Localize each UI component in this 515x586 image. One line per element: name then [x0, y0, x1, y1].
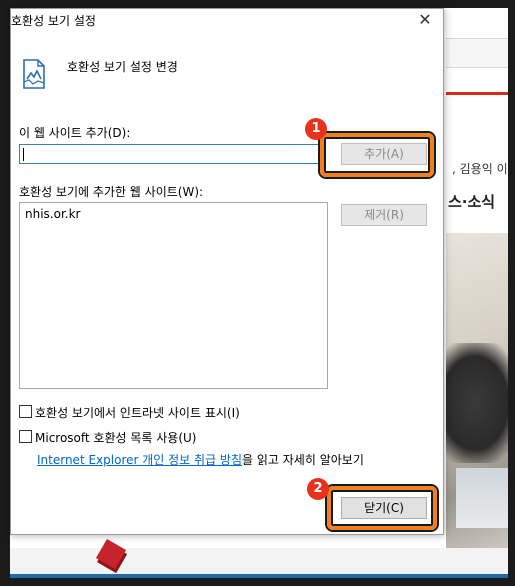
background-nav-bar [446, 92, 508, 127]
background-heading: 스·소식 [448, 193, 496, 211]
step-badge-1: 1 [305, 118, 327, 140]
remove-button[interactable]: 제거(R) [341, 204, 427, 226]
text-caret [23, 148, 24, 161]
background-blue-line [10, 574, 508, 578]
dialog-titlebar: 호환성 보기 설정 ✕ [11, 9, 443, 33]
compatibility-view-dialog: 호환성 보기 설정 ✕ 호환성 보기 설정 변경 이 웹 사이트 추가(D): … [10, 8, 444, 535]
privacy-link[interactable]: Internet Explorer 개인 정보 취급 방침 [37, 453, 242, 467]
intranet-checkbox-row[interactable]: 호환성 보기에서 인트라넷 사이트 표시(I) [19, 404, 319, 420]
step-badge-2: 2 [307, 478, 329, 500]
dialog-header: 호환성 보기 설정 변경 [67, 60, 178, 74]
site-list[interactable]: nhis.or.kr [19, 202, 328, 389]
ms-list-checkbox[interactable] [19, 430, 32, 443]
background-snippet: , 김용익 이사 [452, 162, 508, 176]
intranet-checkbox-label[interactable]: 호환성 보기에서 인트라넷 사이트 표시(I) [35, 404, 240, 421]
site-list-label: 호환성 보기에 추가한 웹 사이트(W): [19, 185, 204, 199]
close-icon[interactable]: ✕ [415, 10, 435, 30]
background-toolbar [446, 38, 508, 68]
privacy-info: Internet Explorer 개인 정보 취급 방침을 읽고 자세히 알아… [37, 451, 364, 468]
add-site-label: 이 웹 사이트 추가(D): [19, 126, 131, 140]
background-photo [446, 233, 508, 563]
dialog-title: 호환성 보기 설정 [11, 14, 96, 28]
close-button-highlight [327, 486, 437, 530]
list-item[interactable]: nhis.or.kr [25, 207, 80, 221]
ms-list-checkbox-row[interactable]: Microsoft 호환성 목록 사용(U) [19, 429, 319, 445]
add-site-input[interactable] [19, 144, 319, 164]
ms-list-checkbox-label[interactable]: Microsoft 호환성 목록 사용(U) [35, 429, 196, 446]
intranet-checkbox[interactable] [19, 405, 32, 418]
privacy-suffix: 을 읽고 자세히 알아보기 [242, 453, 364, 467]
broken-page-icon [22, 59, 46, 89]
add-button-highlight [320, 133, 434, 177]
